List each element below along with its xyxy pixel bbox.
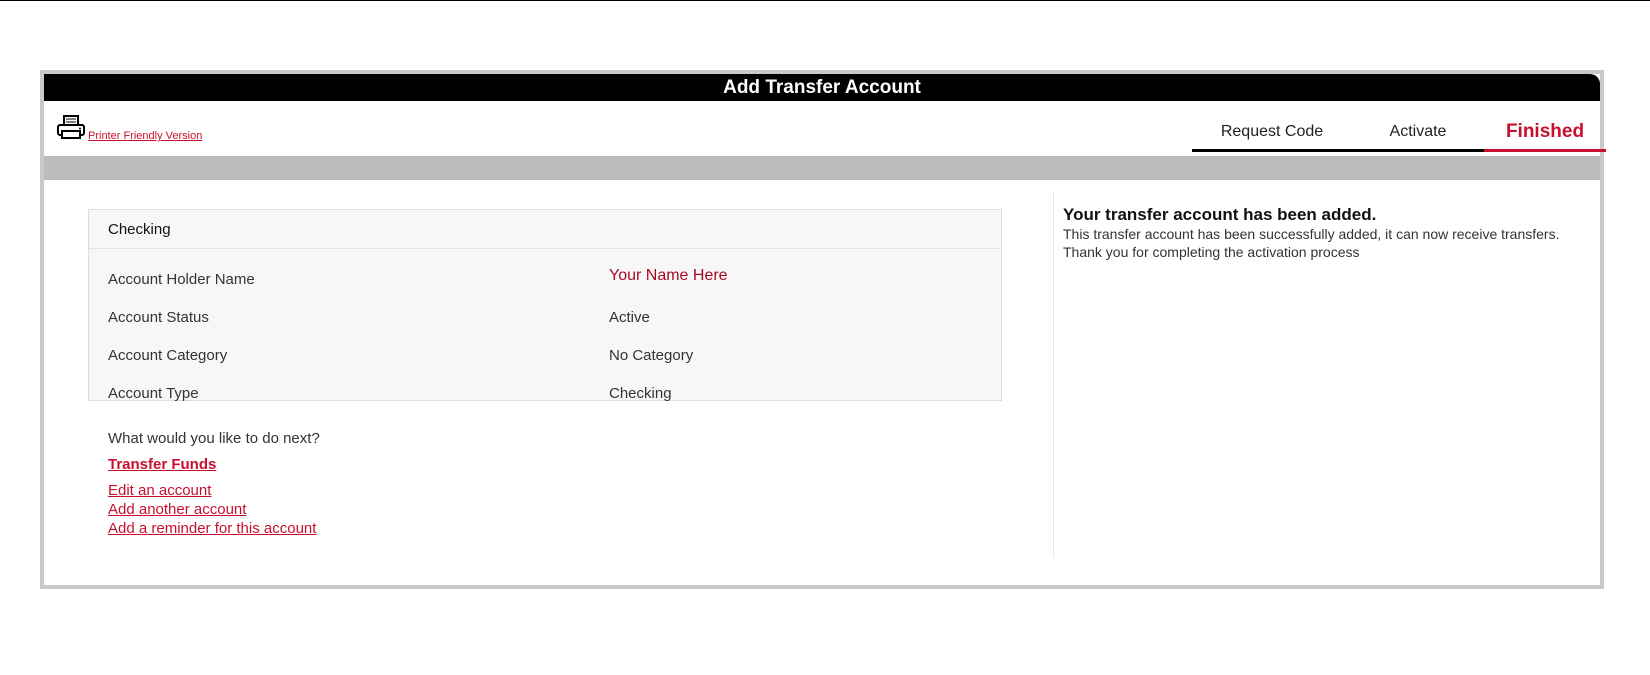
step-activate: Activate (1352, 118, 1484, 152)
account-type-label: Account Type (108, 385, 199, 402)
add-another-account-link[interactable]: Add another account (108, 501, 246, 518)
next-question: What would you like to do next? (108, 430, 320, 447)
confirmation-title: Your transfer account has been added. (1063, 205, 1377, 224)
account-row: Account Type Checking (89, 375, 1001, 413)
account-holder-name-label: Account Holder Name (108, 271, 255, 288)
account-category-label: Account Category (108, 347, 228, 364)
printer-friendly-link[interactable]: Printer Friendly Version (88, 130, 202, 142)
divider-band (44, 156, 1600, 180)
page-title: Add Transfer Account (44, 74, 1600, 101)
account-row: Account Category No Category (89, 337, 1001, 375)
account-status-value: Active (609, 309, 650, 326)
account-status-label: Account Status (108, 309, 209, 326)
account-row: Account Holder Name Your Name Here (89, 261, 1001, 299)
add-transfer-account-panel: Add Transfer Account Printer Friendly Ve… (40, 70, 1606, 589)
printer-icon[interactable] (56, 114, 88, 142)
account-holder-name-value: Your Name Here (609, 267, 728, 284)
step-finished: Finished (1484, 118, 1606, 152)
edit-account-link[interactable]: Edit an account (108, 482, 211, 499)
account-box-title: Checking (108, 221, 171, 238)
account-details-box: Checking Account Holder Name Your Name H… (88, 209, 1002, 402)
account-category-value: No Category (609, 347, 694, 364)
add-reminder-link[interactable]: Add a reminder for this account (108, 520, 316, 537)
account-box-header: Checking (89, 210, 1001, 249)
transfer-funds-link[interactable]: Transfer Funds (108, 456, 216, 473)
account-type-value: Checking (609, 385, 672, 402)
confirmation-body: This transfer account has been successfu… (1063, 226, 1560, 260)
top-rule (0, 0, 1650, 1)
step-request-code: Request Code (1192, 118, 1352, 152)
account-row: Account Status Active (89, 299, 1001, 337)
confirmation-message: Your transfer account has been added. Th… (1063, 205, 1583, 261)
column-divider (1053, 192, 1054, 558)
